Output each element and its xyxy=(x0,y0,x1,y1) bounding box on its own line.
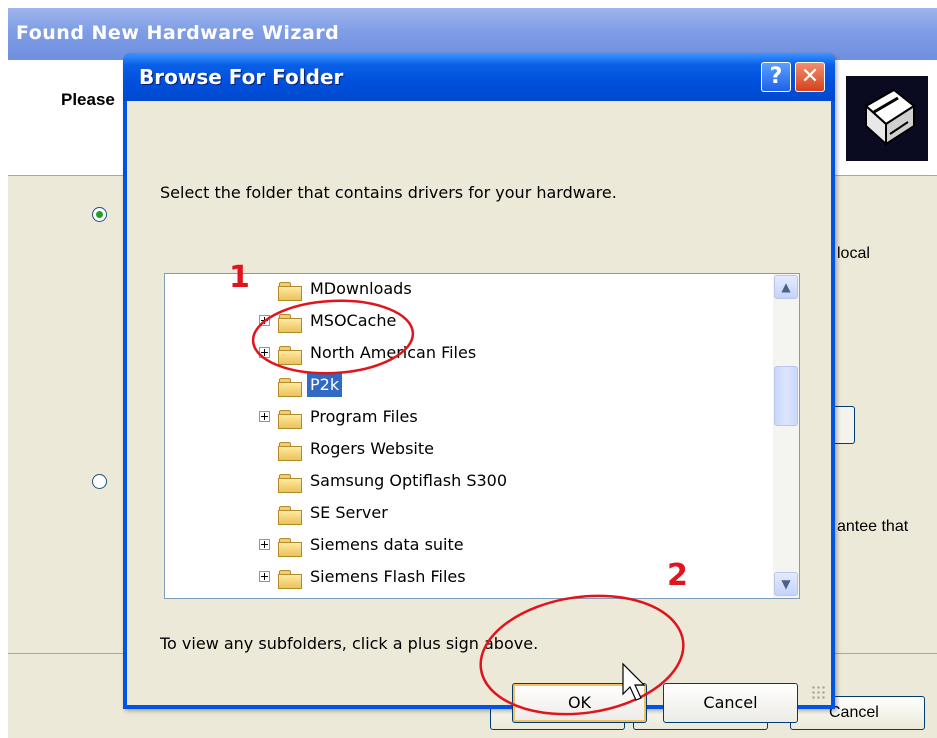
search-location-radio[interactable] xyxy=(92,207,107,222)
manual-select-radio[interactable] xyxy=(92,474,107,489)
folder-icon xyxy=(278,538,302,557)
wizard-title: Found New Hardware Wizard xyxy=(16,22,340,44)
close-button[interactable]: ✕ xyxy=(795,62,825,92)
ok-label: OK xyxy=(567,693,592,712)
chevron-down-icon: ▼ xyxy=(781,577,791,591)
help-icon: ? xyxy=(769,64,783,89)
tree-item-label: Rogers Website xyxy=(310,439,434,458)
tree-item[interactable]: MDownloads xyxy=(165,274,765,304)
expand-plus-icon[interactable] xyxy=(259,411,270,422)
tree-item-label: Samsung Optiflash S300 xyxy=(310,471,508,490)
wizard-option-text-1: local xyxy=(837,245,870,262)
wizard-browse-button[interactable] xyxy=(834,406,855,444)
chevron-up-icon: ▲ xyxy=(781,280,791,294)
tree-item-label: SE Server xyxy=(310,503,388,522)
wizard-heading: Please xyxy=(61,90,115,109)
scroll-up-button[interactable]: ▲ xyxy=(774,275,798,299)
folder-icon xyxy=(278,570,302,589)
dialog-body: Select the folder that contains drivers … xyxy=(127,101,831,723)
tree-item-selected[interactable]: P2k xyxy=(165,370,765,400)
browse-for-folder-dialog: Browse For Folder ? ✕ Select the folder … xyxy=(123,53,835,723)
tree-item-label: P2k xyxy=(307,373,343,397)
annotation-step-2: 2 xyxy=(667,558,688,593)
annotation-step-1: 1 xyxy=(229,260,250,295)
cancel-button[interactable]: Cancel xyxy=(663,683,798,723)
expand-plus-icon[interactable] xyxy=(259,315,270,326)
expand-plus-icon[interactable] xyxy=(259,347,270,358)
expand-plus-icon[interactable] xyxy=(259,571,270,582)
tree-item-label: Siemens Flash Files xyxy=(310,567,466,586)
tree-item-label: Program Files xyxy=(310,407,418,426)
tree-item[interactable]: MSOCache xyxy=(165,306,765,336)
scroll-down-button[interactable]: ▼ xyxy=(774,572,798,596)
vertical-scrollbar[interactable]: ▲ ▼ xyxy=(773,274,799,598)
folder-icon xyxy=(278,442,302,461)
folder-icon xyxy=(278,474,302,493)
folder-tree[interactable]: MDownloads MSOCache North American Files… xyxy=(164,273,800,599)
ok-button[interactable]: OK xyxy=(512,683,647,723)
open-folder-icon xyxy=(278,378,302,397)
tree-item[interactable]: Siemens data suite xyxy=(165,530,765,560)
tree-item[interactable]: SE Server xyxy=(165,498,765,528)
tree-item[interactable]: Rogers Website xyxy=(165,434,765,464)
tree-item[interactable]: North American Files xyxy=(165,338,765,368)
folder-icon xyxy=(278,410,302,429)
tree-item-label: MSOCache xyxy=(310,311,397,330)
folder-icon xyxy=(278,282,302,301)
hardware-icon xyxy=(846,76,928,161)
dialog-hint: To view any subfolders, click a plus sig… xyxy=(160,634,539,653)
tree-item-label: Siemens data suite xyxy=(310,535,464,554)
help-button[interactable]: ? xyxy=(761,62,791,92)
tree-item[interactable]: Program Files xyxy=(165,402,765,432)
dialog-title-bar[interactable]: Browse For Folder ? ✕ xyxy=(123,53,835,101)
dialog-instruction: Select the folder that contains drivers … xyxy=(160,183,617,202)
tree-item-label: North American Files xyxy=(310,343,477,362)
wizard-cancel-label: Cancel xyxy=(829,704,879,721)
cancel-label: Cancel xyxy=(703,693,758,712)
close-icon: ✕ xyxy=(800,64,820,89)
resize-grip-icon[interactable] xyxy=(811,685,825,699)
folder-icon xyxy=(278,506,302,525)
folder-icon xyxy=(278,346,302,365)
folder-icon xyxy=(278,314,302,333)
tree-item[interactable]: Samsung Optiflash S300 xyxy=(165,466,765,496)
tree-item-label: MDownloads xyxy=(310,279,412,298)
expand-plus-icon[interactable] xyxy=(259,539,270,550)
scroll-thumb[interactable] xyxy=(774,366,798,426)
dialog-title: Browse For Folder xyxy=(139,65,344,89)
wizard-option-text-2: antee that xyxy=(837,518,909,535)
